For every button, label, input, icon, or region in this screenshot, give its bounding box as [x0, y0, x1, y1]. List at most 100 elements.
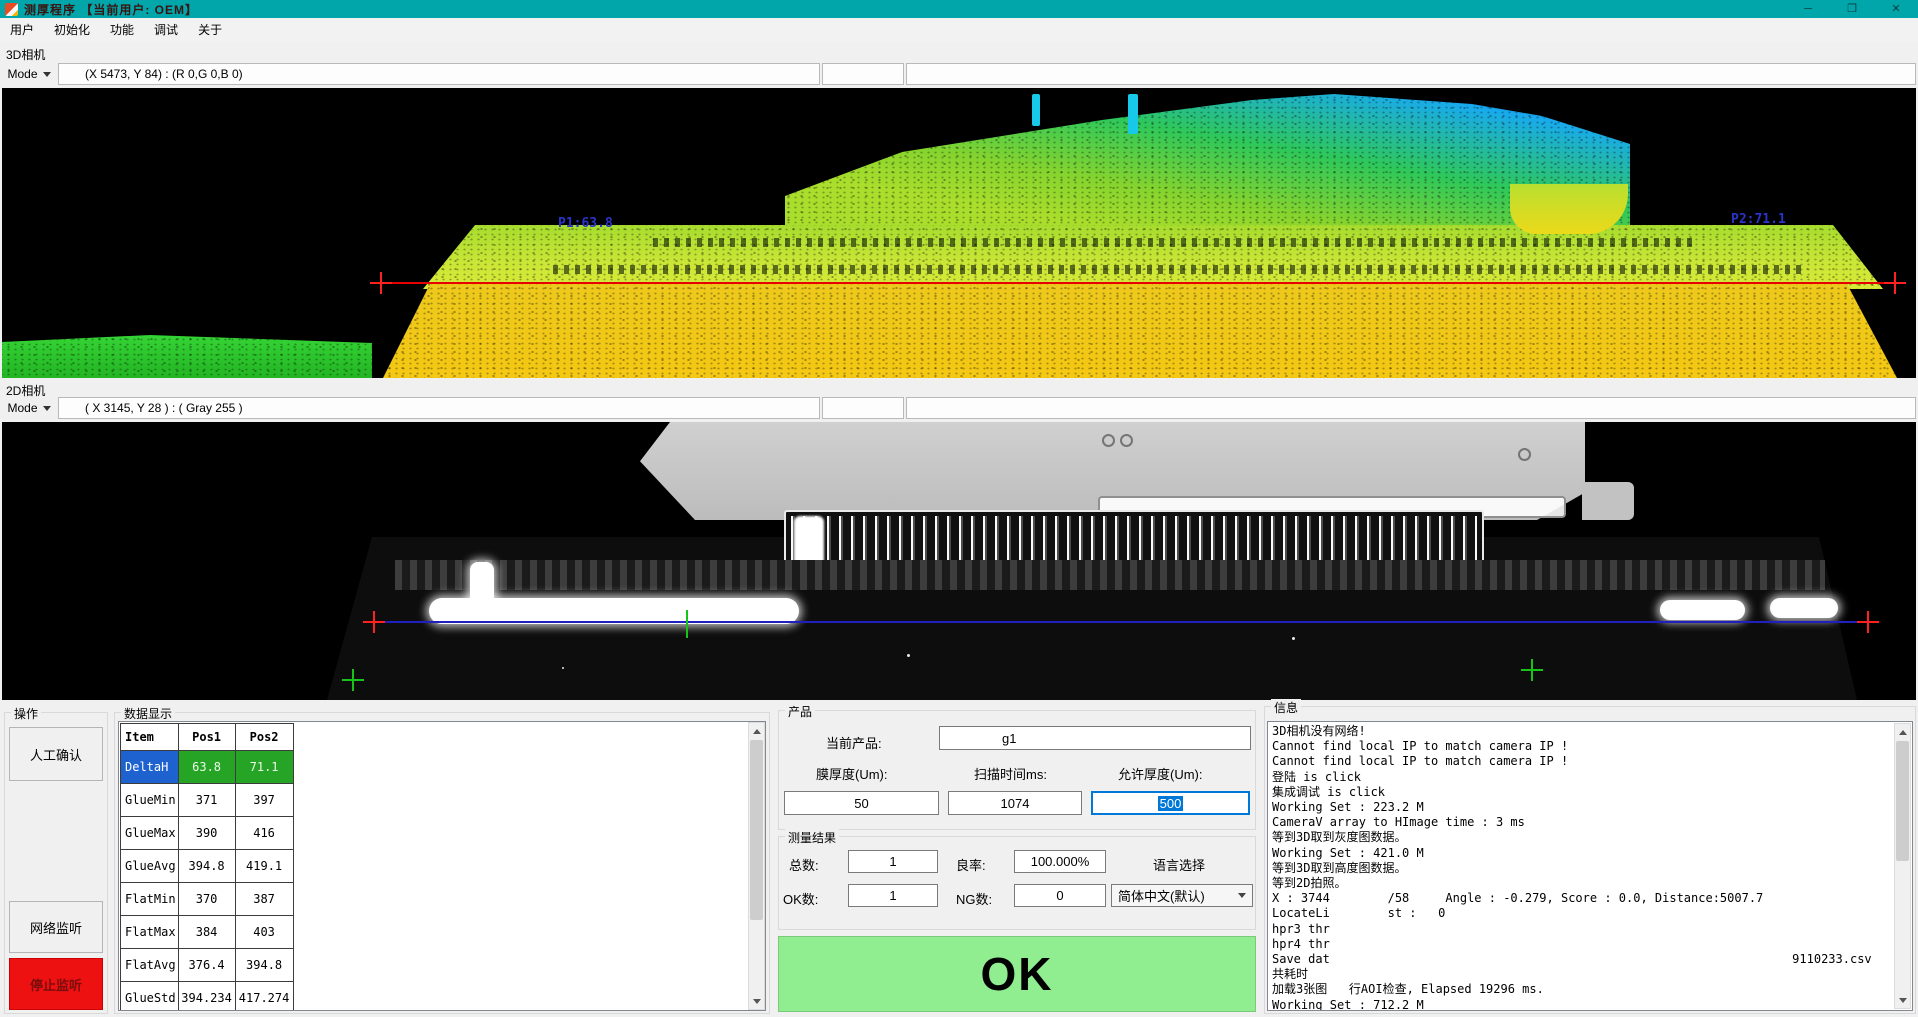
stop-listen-button[interactable]: 停止监听: [9, 958, 103, 1010]
log-textbox[interactable]: 3D相机没有网络! Cannot find local IP to match …: [1267, 721, 1913, 1011]
mode-label: Mode: [7, 67, 37, 81]
log-scrollbar[interactable]: [1894, 723, 1911, 1009]
mode-bar-2d: Mode ( X 3145, Y 28 ) : ( Gray 255 ): [2, 396, 1916, 420]
table-row[interactable]: FlatMax 384 403: [121, 916, 294, 949]
heightmap-hook-shape: [1510, 184, 1628, 234]
table-row[interactable]: GlueStd 394.234 417.274: [121, 982, 294, 1012]
maximize-button[interactable]: ❐: [1830, 0, 1874, 18]
green-cross-left: [342, 669, 364, 691]
scroll-thumb[interactable]: [750, 740, 763, 920]
menu-bar: 用户 初始化 功能 调试 关于: [0, 18, 1918, 42]
scroll-down-icon[interactable]: [749, 993, 764, 1009]
title-bar: 测厚程序 【当前用户: OEM】 ─ ❐ ✕: [0, 0, 1918, 18]
scroll-up-icon[interactable]: [1895, 724, 1910, 740]
allow-thickness-label: 允许厚度(Um):: [1118, 764, 1203, 783]
heightmap-3d-canvas[interactable]: P1:63.8 P2:71.1: [2, 88, 1916, 378]
total-input[interactable]: 1: [848, 850, 938, 873]
yield-input[interactable]: 100.000%: [1014, 850, 1106, 873]
chevron-down-icon: [1238, 893, 1246, 898]
operations-group: 操作 人工确认 网络监听 停止监听: [4, 712, 108, 1014]
language-combobox[interactable]: 简体中文(默认): [1111, 884, 1253, 907]
scan-time-label: 扫描时间ms:: [974, 764, 1047, 783]
heightmap-upper-band: [782, 88, 1632, 230]
col-pos1: Pos1: [178, 724, 235, 751]
mode-box-spacer-2d: [822, 397, 904, 419]
speck: [1292, 637, 1295, 640]
crosshair-left-3d: [370, 272, 392, 294]
mode-box-spacer-3d: [822, 63, 904, 85]
menu-debug[interactable]: 调试: [144, 18, 188, 42]
mode-dropdown-3d[interactable]: Mode: [2, 63, 56, 85]
p1-measure-label: P1:63.8: [558, 216, 613, 231]
mode-box-rest-3d: [906, 63, 1916, 85]
film-thickness-input[interactable]: 50: [784, 791, 939, 815]
p2-measure-label: P2:71.1: [1731, 212, 1786, 227]
language-value: 简体中文(默认): [1118, 886, 1205, 905]
current-product-input[interactable]: g1: [939, 726, 1251, 750]
table-scrollbar[interactable]: [748, 722, 765, 1010]
scroll-thumb[interactable]: [1896, 741, 1909, 861]
ng-count-input[interactable]: 0: [1014, 884, 1106, 907]
pcb-ring-mark: [1102, 434, 1115, 447]
scan-time-input[interactable]: 1074: [948, 791, 1082, 815]
menu-init[interactable]: 初始化: [44, 18, 100, 42]
scroll-up-icon[interactable]: [749, 723, 764, 739]
measurement-table: Item Pos1 Pos2 DeltaH 63.8 71.1 GlueMin …: [120, 723, 294, 1011]
heightmap-mid-band: [423, 225, 1883, 289]
pixel-readout-3d: (X 5473, Y 84) : (R 0,G 0,B 0): [58, 63, 820, 85]
menu-function[interactable]: 功能: [100, 18, 144, 42]
data-display-group: 数据显示 Item Pos1 Pos2 DeltaH 63.8 71.1 Glu…: [114, 712, 770, 1014]
table-row[interactable]: DeltaH 63.8 71.1: [121, 751, 294, 784]
table-row[interactable]: FlatMin 370 387: [121, 883, 294, 916]
menu-user[interactable]: 用户: [0, 18, 44, 42]
crosshair-right-3d: [1884, 272, 1906, 294]
base-pad-row: [395, 560, 1825, 590]
measure-line-3d: [381, 282, 1897, 284]
info-label: 信息: [1271, 699, 1301, 716]
product-label: 产品: [785, 703, 815, 720]
ng-count-label: NG数:: [956, 889, 992, 908]
scroll-down-icon[interactable]: [1895, 992, 1910, 1008]
allow-thickness-input[interactable]: 500: [1091, 791, 1250, 815]
glue-blob-right1: [1660, 600, 1745, 620]
data-display-label: 数据显示: [121, 705, 175, 722]
table-header-row: Item Pos1 Pos2: [121, 724, 294, 751]
speck: [562, 667, 564, 669]
minimize-button[interactable]: ─: [1786, 0, 1830, 18]
manual-confirm-button[interactable]: 人工确认: [9, 727, 103, 781]
mode-bar-3d: Mode (X 5473, Y 84) : (R 0,G 0,B 0): [2, 62, 1916, 86]
col-pos2: Pos2: [235, 724, 293, 751]
selected-text: 500: [1158, 796, 1184, 811]
pcb-ring-mark: [1518, 448, 1531, 461]
glue-blob-right2: [1770, 598, 1838, 618]
speck: [907, 654, 910, 657]
table-row[interactable]: GlueMax 390 416: [121, 817, 294, 850]
table-row[interactable]: GlueMin 371 397: [121, 784, 294, 817]
coords-text-2d: ( X 3145, Y 28 ) : ( Gray 255 ): [85, 401, 243, 415]
table-row[interactable]: FlatAvg 376.4 394.8: [121, 949, 294, 982]
mode-label: Mode: [7, 401, 37, 415]
results-group: 测量结果 总数: 1 良率: 100.000% 语言选择 OK数: 1 NG数:…: [778, 836, 1256, 930]
close-button[interactable]: ✕: [1874, 0, 1918, 18]
measure-line-2d: [378, 621, 1870, 623]
camera-3d-label: 3D相机: [6, 46, 45, 63]
status-text: OK: [981, 947, 1054, 1001]
yield-label: 良率:: [956, 855, 986, 874]
total-label: 总数:: [789, 855, 819, 874]
heightmap-left-green-strip: [2, 335, 372, 378]
coords-text-3d: (X 5473, Y 84) : (R 0,G 0,B 0): [85, 67, 243, 81]
mode-dropdown-2d[interactable]: Mode: [2, 397, 56, 419]
table-row[interactable]: GlueAvg 394.8 419.1: [121, 850, 294, 883]
app-icon: [5, 3, 18, 16]
heightmap-yellow-slab: [383, 284, 1897, 378]
grayscale-2d-canvas[interactable]: [2, 422, 1916, 700]
col-item: Item: [121, 724, 179, 751]
network-listen-button[interactable]: 网络监听: [9, 901, 103, 953]
menu-about[interactable]: 关于: [188, 18, 232, 42]
ok-count-input[interactable]: 1: [848, 884, 938, 907]
pcb-ring-mark: [1120, 434, 1133, 447]
green-tick: [686, 610, 688, 638]
results-label: 测量结果: [785, 829, 839, 846]
chevron-down-icon: [43, 72, 51, 77]
chevron-down-icon: [43, 406, 51, 411]
